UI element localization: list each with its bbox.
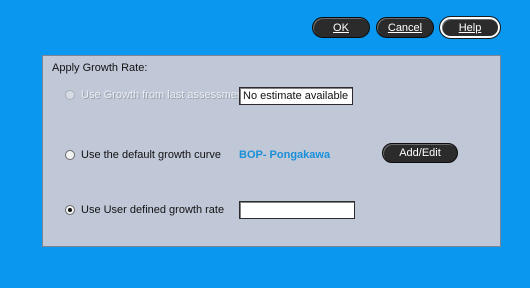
- cancel-button[interactable]: Cancel: [376, 17, 434, 38]
- radio-label-user-defined[interactable]: Use User defined growth rate: [81, 204, 224, 216]
- radio-label-last-assessment: Use Growth from last assessment: [81, 89, 247, 101]
- cancel-button-label: Cancel: [387, 21, 423, 34]
- estimate-field: No estimate available: [239, 87, 353, 105]
- help-button-label: Help: [458, 21, 482, 34]
- option-last-assessment: Use Growth from last assessment: [65, 89, 246, 101]
- ok-button[interactable]: OK: [312, 17, 370, 38]
- ok-button-label: OK: [333, 21, 349, 34]
- panel-title: Apply Growth Rate:: [52, 62, 148, 74]
- growth-rate-panel: Apply Growth Rate: Use Growth from last …: [42, 55, 501, 247]
- help-button[interactable]: Help: [439, 16, 501, 39]
- radio-last-assessment: [65, 90, 75, 100]
- add-edit-button[interactable]: Add/Edit: [382, 143, 458, 163]
- radio-default-curve[interactable]: [65, 150, 75, 160]
- option-user-defined[interactable]: Use User defined growth rate: [65, 204, 224, 216]
- option-default-curve[interactable]: Use the default growth curve: [65, 149, 221, 161]
- curve-name: BOP- Pongakawa: [239, 149, 331, 161]
- add-edit-button-label: Add/Edit: [399, 147, 441, 159]
- radio-label-default-curve[interactable]: Use the default growth curve: [81, 149, 221, 161]
- radio-user-defined[interactable]: [65, 205, 75, 215]
- user-rate-input[interactable]: [239, 201, 355, 219]
